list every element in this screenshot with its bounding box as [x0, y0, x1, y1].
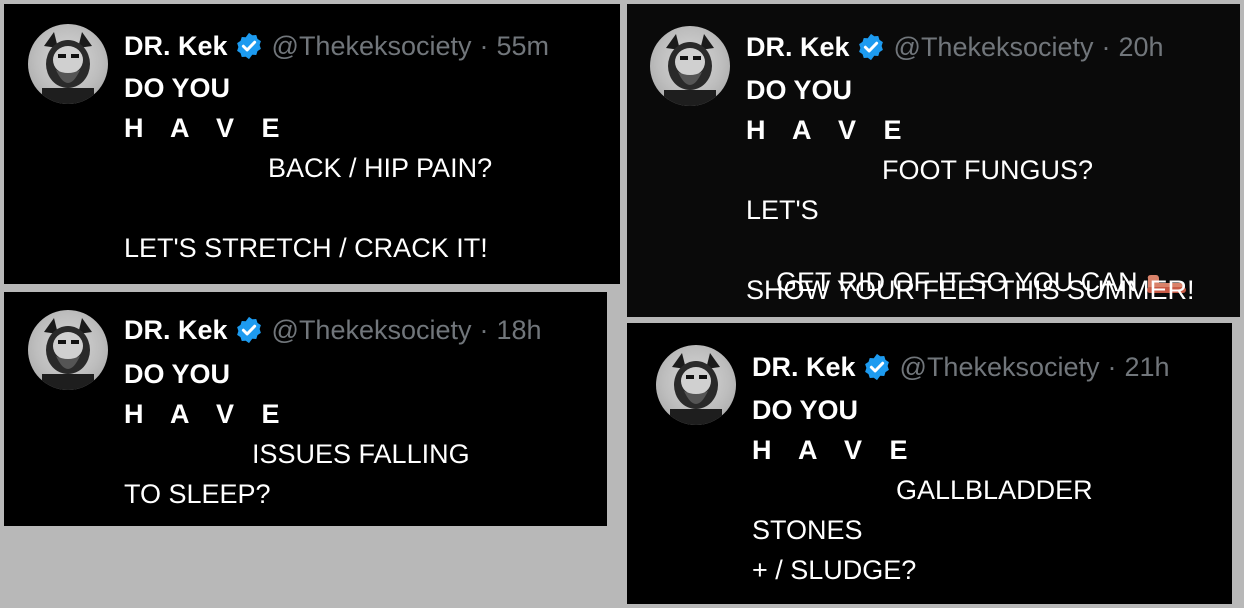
avatar-image: [42, 32, 94, 104]
verified-badge-icon: [862, 352, 892, 382]
user-handle[interactable]: @Thekeksociety: [894, 31, 1094, 63]
display-name[interactable]: DR. Kek: [124, 30, 228, 62]
tweet-text-line: FOOT FUNGUS?: [882, 155, 1094, 185]
tweet-text-line: STONES: [752, 515, 863, 545]
separator: ·: [1107, 352, 1117, 382]
verified-badge-icon: [234, 31, 264, 61]
timestamp[interactable]: 21h: [1125, 351, 1170, 383]
avatar-image: [670, 353, 722, 425]
separator: ·: [479, 315, 489, 345]
avatar-image: [664, 34, 716, 106]
separator: ·: [479, 31, 489, 61]
tweet-text-line: H A V E: [124, 399, 290, 429]
tweet-header: DR. Kek @Thekeksociety · 20h: [746, 31, 1164, 63]
tweet-text-line: ISSUES FALLING: [252, 439, 470, 469]
timestamp[interactable]: 20h: [1119, 31, 1164, 63]
tweet-text-line: LET'S STRETCH / CRACK IT!: [124, 233, 488, 263]
tweet-header: DR. Kek @Thekeksociety · 55m: [124, 30, 549, 62]
tweet-text-line: H A V E: [752, 435, 918, 465]
verified-badge-icon: [856, 32, 886, 62]
user-handle[interactable]: @Thekeksociety: [900, 351, 1100, 383]
avatar-image: [42, 318, 94, 390]
user-handle[interactable]: @Thekeksociety: [272, 314, 472, 346]
tweet-card[interactable]: DR. Kek @Thekeksociety · 20h DO YOU H A …: [627, 4, 1240, 317]
tweet-text-line: DO YOU: [752, 395, 859, 425]
tweet-text-line: DO YOU: [124, 359, 231, 389]
tweet-text-line: BACK / HIP PAIN?: [268, 153, 493, 183]
tweet-text-line: DO YOU: [746, 75, 853, 105]
tweet-header: DR. Kek @Thekeksociety · 21h: [752, 351, 1170, 383]
avatar[interactable]: [650, 26, 730, 106]
tweet-header: DR. Kek @Thekeksociety · 18h: [124, 314, 542, 346]
tweet-text-line: H A V E: [746, 115, 912, 145]
tweet-text-line: SHOW YOUR FEET THIS SUMMER!: [746, 275, 1195, 305]
tweet-text-line: + / SLUDGE?: [752, 555, 917, 585]
user-handle[interactable]: @Thekeksociety: [272, 30, 472, 62]
tweet-text-line: LET'S: [746, 195, 819, 225]
tweet-text-line: TO SLEEP?: [124, 479, 271, 509]
display-name[interactable]: DR. Kek: [124, 314, 228, 346]
tweet-text-line: H A V E: [124, 113, 290, 143]
tweet-text-line: GALLBLADDER: [896, 475, 1093, 505]
tweet-card[interactable]: DR. Kek @Thekeksociety · 55m DO YOU H A …: [4, 4, 620, 284]
verified-badge-icon: [234, 315, 264, 345]
separator: ·: [1101, 32, 1111, 62]
tweet-text-line: DO YOU: [124, 73, 231, 103]
tweet-card[interactable]: DR. Kek @Thekeksociety · 21h DO YOU H A …: [627, 323, 1232, 604]
avatar[interactable]: [28, 310, 108, 390]
display-name[interactable]: DR. Kek: [752, 351, 856, 383]
timestamp[interactable]: 55m: [497, 30, 550, 62]
tweet-card[interactable]: DR. Kek @Thekeksociety · 18h DO YOU H A …: [4, 292, 607, 526]
avatar[interactable]: [28, 24, 108, 104]
timestamp[interactable]: 18h: [497, 314, 542, 346]
avatar[interactable]: [656, 345, 736, 425]
display-name[interactable]: DR. Kek: [746, 31, 850, 63]
